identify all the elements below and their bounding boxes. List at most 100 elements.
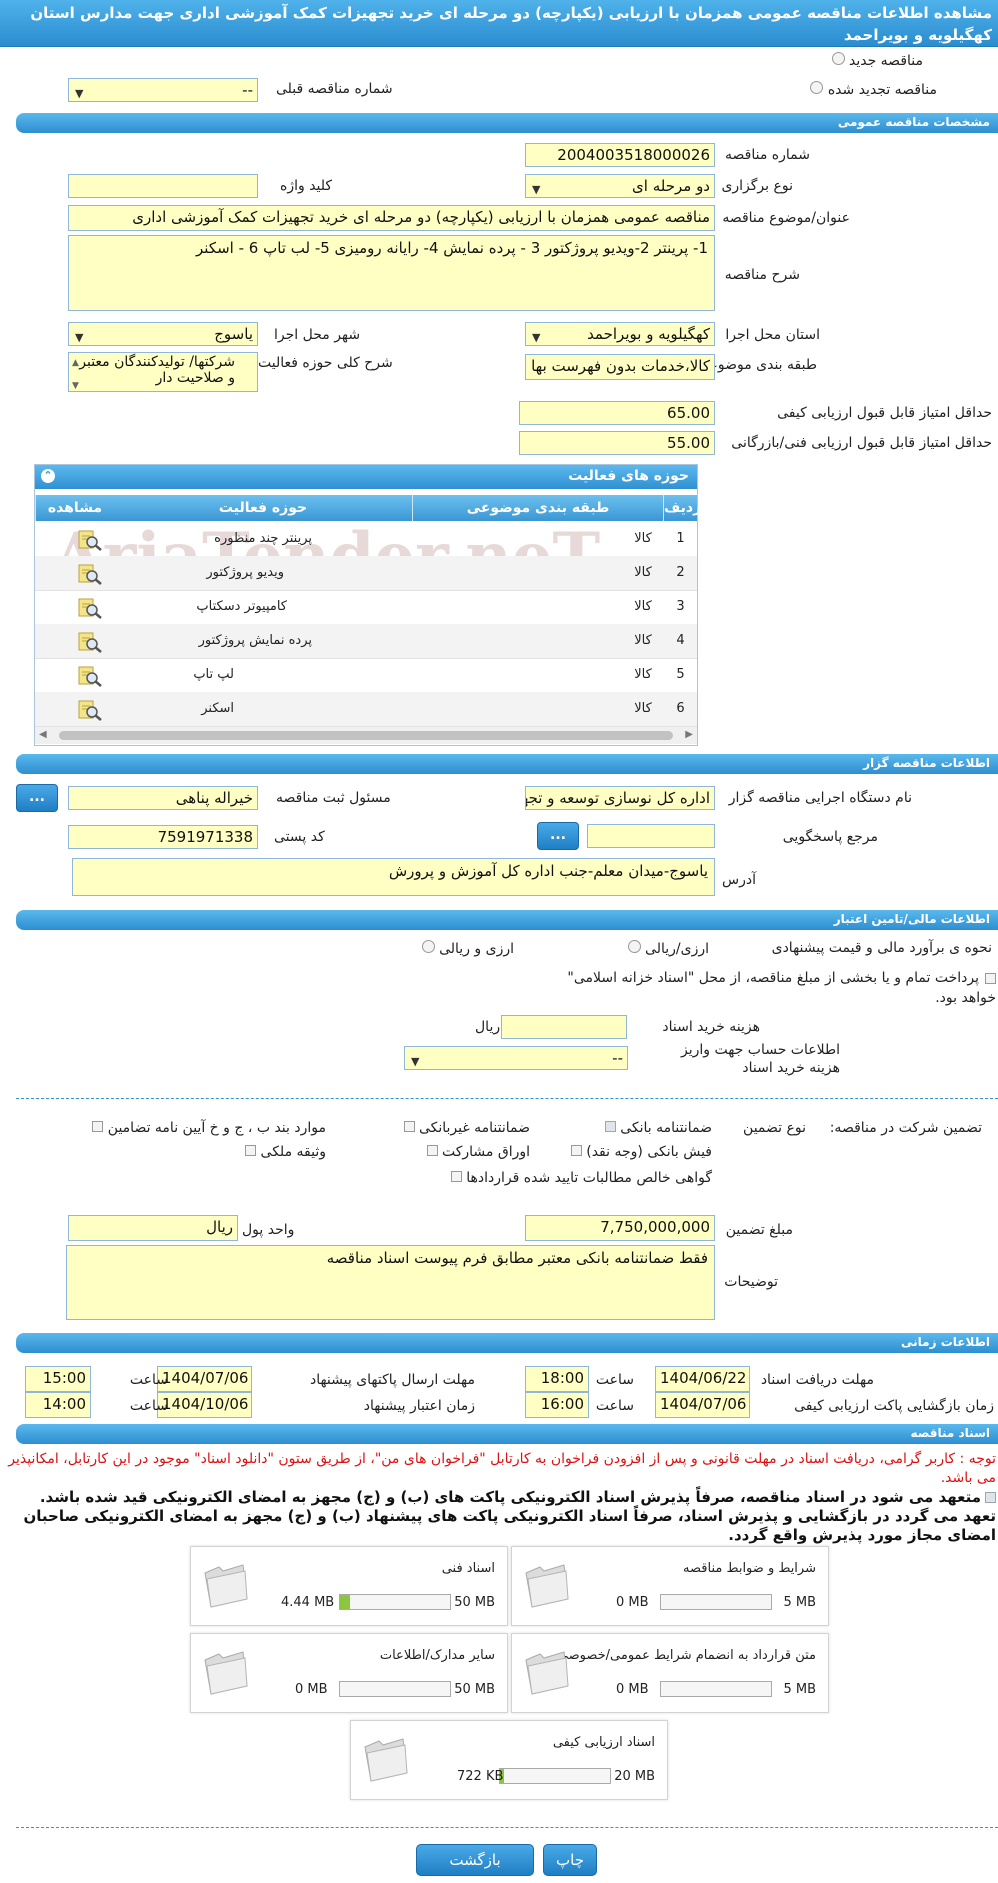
account-select[interactable]: -- ▼ <box>404 1046 628 1070</box>
collapse-icon[interactable]: ⌃ <box>41 469 55 483</box>
view-icon[interactable] <box>77 528 103 552</box>
description-field[interactable]: 1- پرینتر 2-ویدیو پروژکتور 3 - پرده نمای… <box>68 235 715 311</box>
opt-rial-radio[interactable] <box>627 940 641 953</box>
validity-time-field[interactable]: 14:00 <box>25 1392 91 1418</box>
scroll-right-icon[interactable]: ▶ <box>685 729 693 740</box>
horizontal-scrollbar[interactable]: ◀ ▶ <box>35 727 697 744</box>
send-date-field[interactable]: 1404/07/06 <box>157 1366 252 1392</box>
bank-receipt-checkbox[interactable] <box>570 1145 582 1156</box>
new-tender-option[interactable]: مناقصه جدید <box>831 52 923 69</box>
folder-icon[interactable] <box>201 1561 251 1609</box>
file-box-other[interactable]: سایر مدارک/اطلاعات 50 MB 0 MB <box>190 1633 508 1713</box>
scroll-down-icon[interactable]: ▼ <box>72 378 79 391</box>
folder-icon[interactable] <box>522 1561 572 1609</box>
opt-other-items[interactable]: موارد بند ب ، ج و خ آیین نامه تضامین <box>92 1120 326 1136</box>
scroll-thumb[interactable] <box>59 731 673 740</box>
prev-number-select[interactable]: -- ▼ <box>68 78 258 102</box>
activity-desc-field[interactable]: شرکتها/ تولیدکنندگان معتبر و صلاحیت دار … <box>68 352 258 392</box>
open-time-field[interactable]: 16:00 <box>525 1392 589 1418</box>
scroll-up-icon[interactable]: ▲ <box>72 355 79 371</box>
bank-guarantee-checkbox[interactable] <box>604 1121 616 1132</box>
ref-field[interactable] <box>587 824 715 848</box>
ref-lookup-button[interactable]: ... <box>537 822 579 850</box>
opt-property[interactable]: وثیقه ملکی <box>245 1144 326 1160</box>
nonbank-guarantee-label: ضمانتنامه غیربانکی <box>418 1120 530 1136</box>
file-box-terms[interactable]: شرایط و ضوابط مناقصه 5 MB 0 MB <box>511 1546 829 1626</box>
receive-time-field[interactable]: 18:00 <box>525 1366 589 1392</box>
file-box-quality[interactable]: اسناد ارزیابی کیفی 20 MB 722 KB <box>350 1720 668 1800</box>
table-row[interactable]: 6 کالا اسکنر <box>35 692 697 727</box>
treasury-checkbox[interactable] <box>985 972 996 984</box>
open-date-field[interactable]: 1404/07/06 <box>655 1392 750 1418</box>
property-checkbox[interactable] <box>245 1145 257 1156</box>
file-box-technical[interactable]: اسناد فنی 50 MB 4.44 MB <box>190 1546 508 1626</box>
renewed-tender-radio[interactable] <box>810 81 824 94</box>
opt-nonbank-guarantee[interactable]: ضمانتنامه غیربانکی <box>403 1120 530 1136</box>
estimate-label: نحوه ی برآورد مالی و قیمت پیشنهادی <box>771 940 992 956</box>
view-icon[interactable] <box>77 596 103 620</box>
treasury-option[interactable]: پرداخت تمام و یا بخشی از مبلغ مناقصه، از… <box>536 968 996 1008</box>
nonbank-guarantee-checkbox[interactable] <box>403 1121 415 1132</box>
table-row[interactable]: 3 کالا کامپیوتر دسکتاپ <box>35 590 697 625</box>
folder-icon[interactable] <box>361 1735 411 1783</box>
send-time-field[interactable]: 15:00 <box>25 1366 91 1392</box>
province-select[interactable]: کهگیلویه و بویراحمد ▼ <box>525 322 715 346</box>
city-select[interactable]: یاسوج ▼ <box>68 322 258 346</box>
other-items-checkbox[interactable] <box>92 1121 104 1132</box>
opt-rial-label: ارزی/ریالی <box>645 941 709 957</box>
opt-bank-receipt[interactable]: فیش بانکی (وجه نقد) <box>570 1144 712 1160</box>
postal-field[interactable]: 7591971338 <box>68 825 258 849</box>
opt-currency-rial-radio[interactable] <box>421 940 435 953</box>
min-quality-field[interactable]: 65.00 <box>519 401 715 425</box>
view-icon[interactable] <box>77 698 103 722</box>
net-claims-checkbox[interactable] <box>450 1171 462 1182</box>
new-tender-radio[interactable] <box>831 52 845 65</box>
guarantee-amount-field[interactable]: 7,750,000,000 <box>525 1215 715 1241</box>
hold-type-select[interactable]: دو مرحله ای ▼ <box>525 174 715 198</box>
view-icon[interactable] <box>77 630 103 654</box>
finance-section-header: اطلاعات مالی/تامین اعتبار <box>16 910 998 930</box>
opt-bank-guarantee[interactable]: ضمانتنامه بانکی <box>604 1120 712 1136</box>
treasury-text: پرداخت تمام و یا بخشی از مبلغ مناقصه، از… <box>567 970 996 1006</box>
commitment-checkbox[interactable] <box>985 1492 996 1503</box>
description-label: شرح مناقصه <box>724 267 800 283</box>
opt-bonds[interactable]: اوراق مشارکت <box>426 1144 530 1160</box>
scroll-left-icon[interactable]: ◀ <box>39 729 47 740</box>
back-button[interactable]: بازگشت <box>416 1844 534 1876</box>
view-icon[interactable] <box>77 664 103 688</box>
bonds-checkbox[interactable] <box>426 1145 438 1156</box>
address-field[interactable]: یاسوج-میدان معلم-جنب اداره کل آموزش و پر… <box>72 858 715 896</box>
resp-lookup-button[interactable]: ... <box>16 784 58 812</box>
print-button[interactable]: چاپ <box>543 1844 597 1876</box>
folder-icon[interactable] <box>201 1648 251 1696</box>
view-icon[interactable] <box>77 562 103 586</box>
row-number: 3 <box>676 599 685 614</box>
min-quality-label: حداقل امتیاز قابل قبول ارزیابی کیفی <box>777 405 992 421</box>
receive-date-field[interactable]: 1404/06/22 <box>655 1366 750 1392</box>
table-row[interactable]: 5 کالا لپ تاپ <box>35 658 697 693</box>
table-row[interactable]: 2 کالا ویدیو پروژکتور <box>35 556 697 591</box>
min-tech-field[interactable]: 55.00 <box>519 431 715 455</box>
opt-net-claims[interactable]: گواهی خالص مطالبات تایید شده قراردادها <box>450 1170 712 1186</box>
general-section-header: مشخصات مناقصه عمومی <box>16 113 998 133</box>
opt-currency-rial[interactable]: ارزی و ریالی <box>421 940 514 957</box>
resp-field[interactable]: خیراله پناهی <box>68 786 258 810</box>
file-box-contract[interactable]: متن قرارداد به انضمام شرایط عمومی/خصوصی … <box>511 1633 829 1713</box>
row-field: اسکنر <box>201 701 234 716</box>
opt-rial[interactable]: ارزی/ریالی <box>627 940 709 957</box>
currency-field[interactable]: ریال <box>68 1215 238 1241</box>
category-field[interactable]: کالا،خدمات بدون فهرست بها <box>525 354 715 380</box>
folder-icon[interactable] <box>522 1648 572 1696</box>
subject-field[interactable]: مناقصه عمومی همزمان با ارزیابی (یکپارچه)… <box>68 205 715 231</box>
validity-date-field[interactable]: 1404/10/06 <box>157 1392 252 1418</box>
org-field[interactable]: اداره کل نوسازی توسعه و تجهیز مدارس <box>525 786 715 810</box>
keyword-field[interactable] <box>68 174 258 198</box>
notes-label: توضیحات <box>724 1274 778 1290</box>
table-row[interactable]: 4 کالا پرده نمایش پروژکتور <box>35 624 697 659</box>
notes-field[interactable]: فقط ضمانتنامه بانکی معتبر مطابق فرم پیوس… <box>66 1245 715 1320</box>
renewed-tender-option[interactable]: مناقصه تجدید شده <box>810 81 937 98</box>
doc-cost-field[interactable] <box>501 1015 627 1039</box>
table-row[interactable]: 1 کالا پرینتر چند منظوره <box>35 522 697 557</box>
tender-number-field[interactable]: 2004003518000026 <box>525 143 715 167</box>
city-label: شهر محل اجرا <box>274 327 361 343</box>
